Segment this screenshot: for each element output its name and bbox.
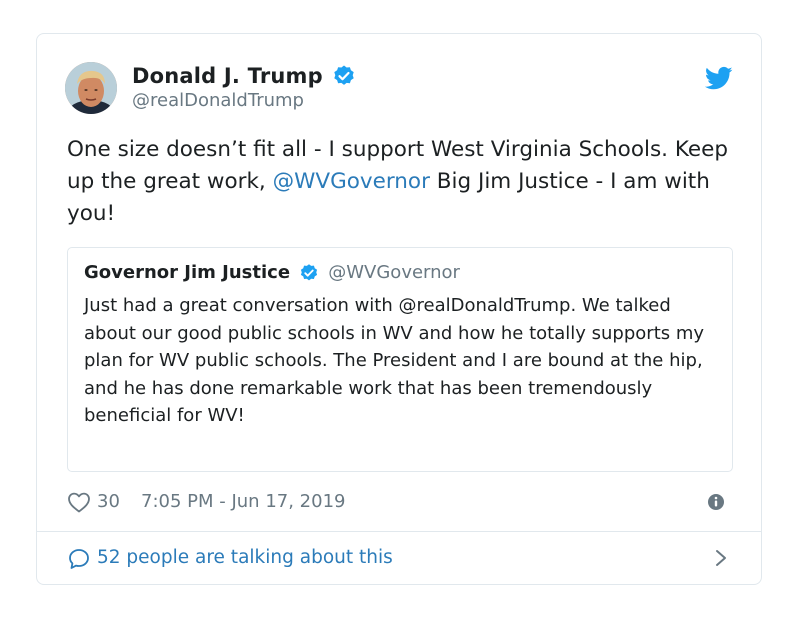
tweet-header: Donald J. Trump @realDonaldTrump (65, 60, 733, 120)
author-avatar[interactable] (65, 62, 117, 114)
avatar-image (65, 62, 117, 114)
verified-badge-icon (332, 64, 356, 88)
tweet-meta: 30 7:05 PM - Jun 17, 2019 (67, 489, 731, 517)
quoted-tweet[interactable]: Governor Jim Justice @WVGovernor Just ha… (67, 247, 733, 472)
author-handle[interactable]: @realDonaldTrump (132, 90, 356, 111)
tweet-timestamp[interactable]: 7:05 PM - Jun 17, 2019 (141, 491, 345, 512)
divider (37, 531, 761, 532)
chevron-right-icon (713, 548, 729, 568)
quoted-tweet-text: Just had a great conversation with @real… (84, 295, 705, 426)
quoted-author-name[interactable]: Governor Jim Justice (84, 262, 290, 283)
like-count[interactable]: 30 (97, 491, 120, 512)
embedded-tweet-card: Donald J. Trump @realDonaldTrump One siz… (36, 33, 762, 585)
author-display-name[interactable]: Donald J. Trump (132, 64, 323, 88)
twitter-bird-icon[interactable] (704, 64, 733, 92)
tweet-text: One size doesn’t fit all - I support Wes… (67, 134, 747, 230)
quoted-author-handle[interactable]: @WVGovernor (328, 262, 460, 283)
comment-bubble-icon (67, 547, 91, 571)
info-icon[interactable] (707, 493, 725, 511)
verified-badge-icon (299, 263, 319, 283)
conversation-link[interactable]: 52 people are talking about this (67, 544, 731, 574)
quoted-tweet-header: Governor Jim Justice @WVGovernor (84, 262, 460, 283)
heart-icon[interactable] (67, 491, 91, 513)
author-names: Donald J. Trump @realDonaldTrump (132, 64, 356, 111)
conversation-label: 52 people are talking about this (97, 547, 393, 568)
mention-link[interactable]: @WVGovernor (273, 169, 430, 194)
